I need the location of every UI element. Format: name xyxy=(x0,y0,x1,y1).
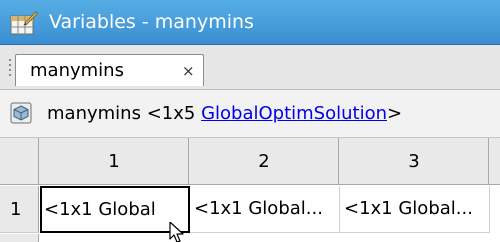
window-title: Variables - manymins xyxy=(49,11,254,33)
struct-array-icon xyxy=(10,102,32,124)
variable-grid: 1 2 3 1 <1x1 Global <1x1 Global... <1x1 … xyxy=(0,138,500,242)
column-header-row: 1 2 3 xyxy=(0,138,500,185)
column-header-1[interactable]: 1 xyxy=(40,138,189,185)
column-header-3[interactable]: 3 xyxy=(340,138,489,185)
tab-manymins[interactable]: manymins × xyxy=(15,54,204,86)
window-titlebar: Variables - manymins xyxy=(0,0,500,45)
table-cell-1-3[interactable]: <1x1 Global... xyxy=(340,186,490,233)
variables-editor-icon xyxy=(10,11,38,35)
table-cell-1-2[interactable]: <1x1 Global... xyxy=(190,186,340,233)
drag-grip-icon[interactable] xyxy=(7,59,13,79)
class-link[interactable]: GlobalOptimSolution xyxy=(201,103,387,124)
grid-corner[interactable] xyxy=(0,138,39,185)
tab-strip: manymins × xyxy=(0,45,500,90)
close-tab-icon[interactable]: × xyxy=(182,60,195,82)
row-header-empty xyxy=(0,234,39,242)
variable-info-bar: manymins <1x5 GlobalOptimSolution> xyxy=(0,90,500,138)
row-header-1[interactable]: 1 xyxy=(0,186,39,233)
variable-summary: manymins <1x5 GlobalOptimSolution> xyxy=(47,101,402,126)
mouse-cursor-icon xyxy=(169,222,184,242)
tab-label: manymins xyxy=(30,60,124,81)
size-prefix: <1x5 xyxy=(146,103,202,124)
size-suffix: > xyxy=(387,103,403,124)
variable-name: manymins xyxy=(47,103,141,124)
column-header-2[interactable]: 2 xyxy=(190,138,339,185)
